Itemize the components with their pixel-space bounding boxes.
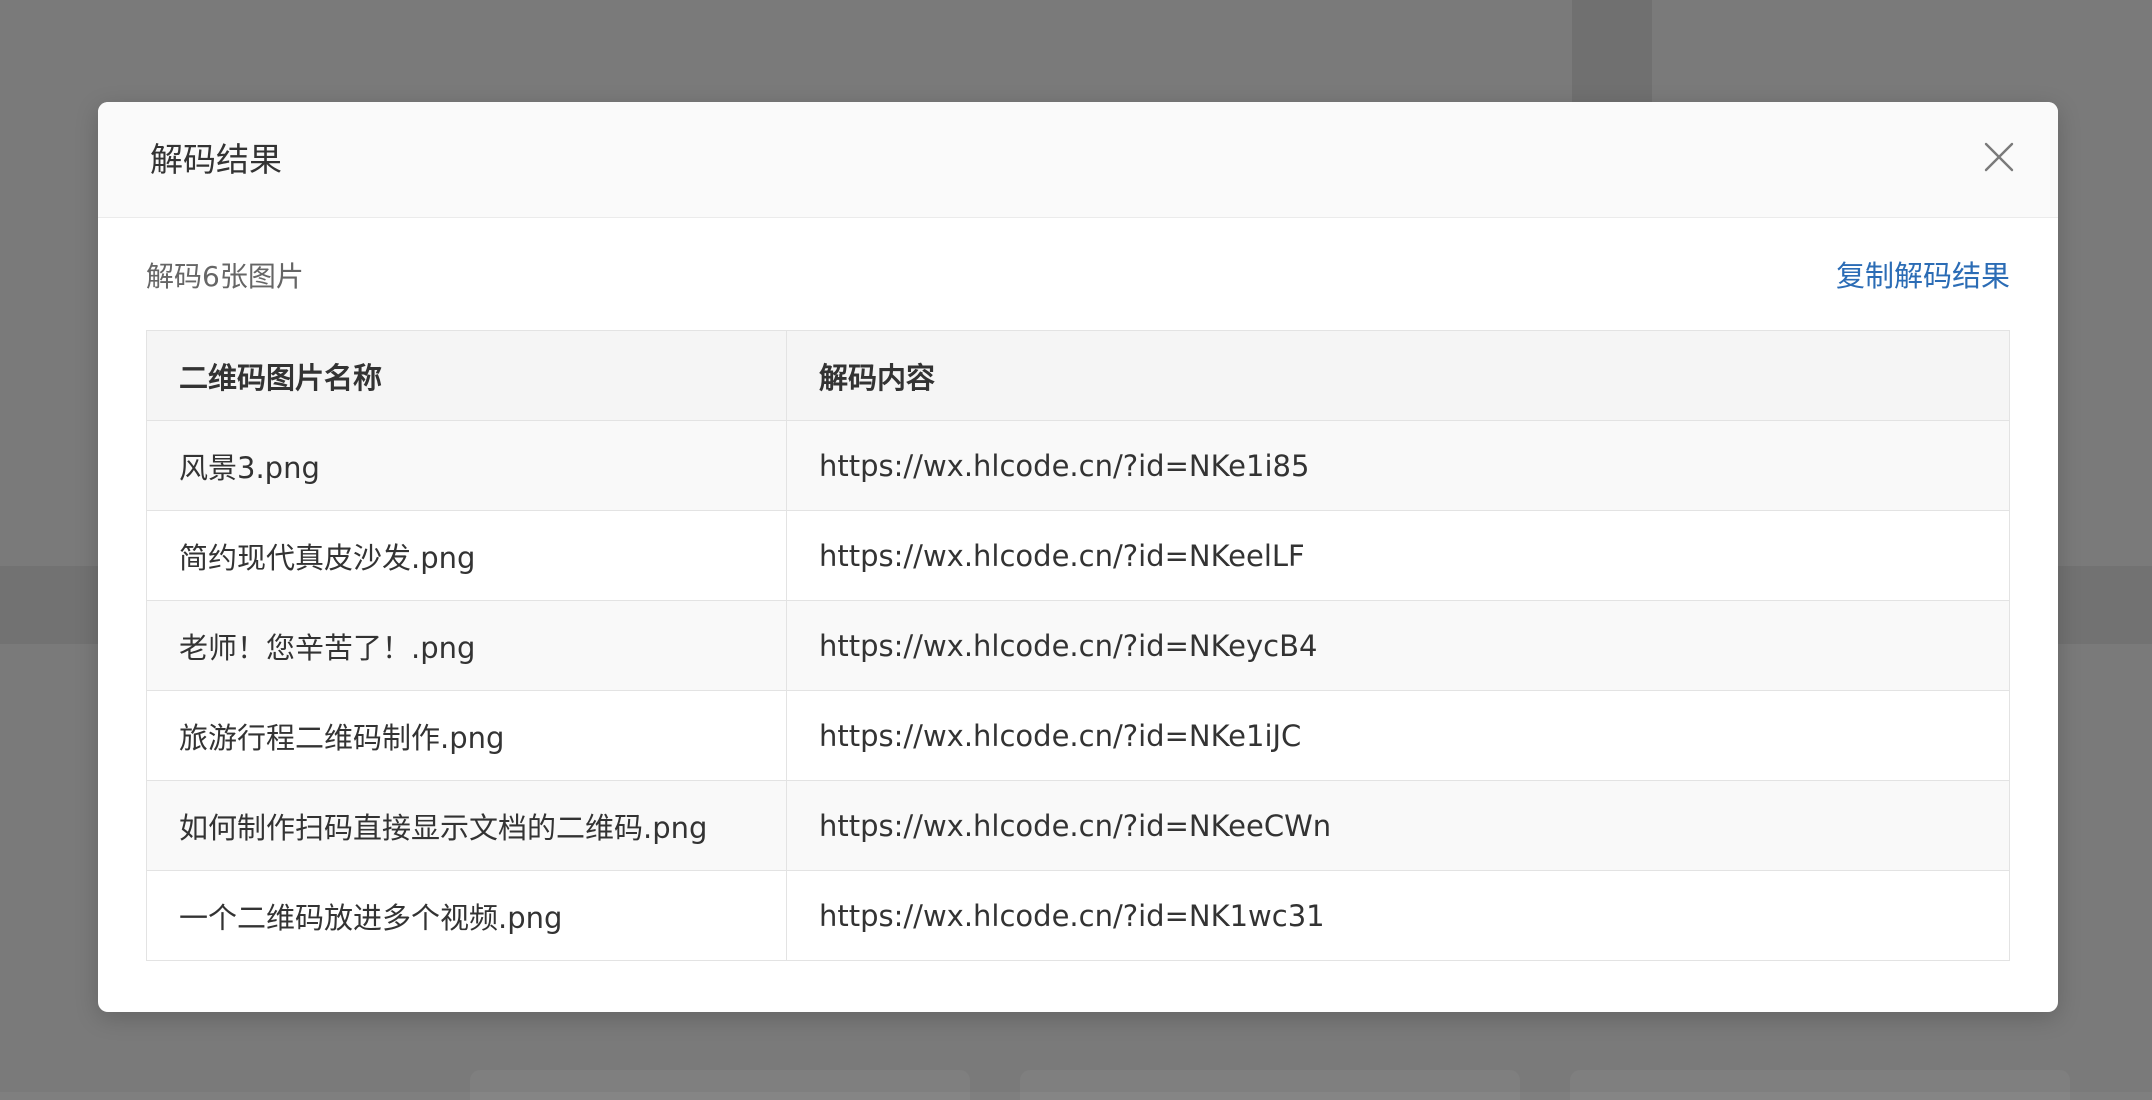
close-button[interactable] [1982, 140, 2016, 174]
decoded-content-cell: https://wx.hlcode.cn/?id=NKeycB4 [786, 600, 2010, 691]
decoded-content-cell: https://wx.hlcode.cn/?id=NKe1i85 [786, 420, 2010, 511]
image-name-cell: 风景3.png [146, 420, 787, 511]
image-name-cell: 一个二维码放进多个视频.png [146, 870, 787, 961]
table-row: 老师！您辛苦了！.png https://wx.hlcode.cn/?id=NK… [146, 600, 2010, 691]
result-table: 二维码图片名称 解码内容 风景3.png https://wx.hlcode.c… [146, 330, 2010, 961]
decode-count-text: 解码6张图片 [146, 260, 304, 293]
dialog-title: 解码结果 [150, 140, 282, 179]
decode-result-dialog: 解码结果 解码6张图片 复制解码结果 二维码图片名称 解码内容 风景3.png … [98, 102, 2058, 1012]
table-row: 风景3.png https://wx.hlcode.cn/?id=NKe1i85 [146, 420, 2010, 511]
image-name-cell: 老师！您辛苦了！.png [146, 600, 787, 691]
decoded-content-cell: https://wx.hlcode.cn/?id=NKe1iJC [786, 690, 2010, 781]
summary-row: 解码6张图片 复制解码结果 [98, 217, 2058, 330]
image-name-cell: 简约现代真皮沙发.png [146, 510, 787, 601]
decoded-content-cell: https://wx.hlcode.cn/?id=NKeeCWn [786, 780, 2010, 871]
decoded-content-cell: https://wx.hlcode.cn/?id=NKeelLF [786, 510, 2010, 601]
column-header-content: 解码内容 [786, 330, 2010, 421]
image-name-cell: 如何制作扫码直接显示文档的二维码.png [146, 780, 787, 871]
close-icon [1984, 142, 2014, 172]
copy-result-link[interactable]: 复制解码结果 [1836, 253, 2010, 295]
table-row: 如何制作扫码直接显示文档的二维码.png https://wx.hlcode.c… [146, 780, 2010, 871]
dialog-header: 解码结果 [98, 102, 2058, 218]
image-name-cell: 旅游行程二维码制作.png [146, 690, 787, 781]
table-row: 旅游行程二维码制作.png https://wx.hlcode.cn/?id=N… [146, 690, 2010, 781]
table-row: 一个二维码放进多个视频.png https://wx.hlcode.cn/?id… [146, 870, 2010, 961]
decoded-content-cell: https://wx.hlcode.cn/?id=NK1wc31 [786, 870, 2010, 961]
table-row: 简约现代真皮沙发.png https://wx.hlcode.cn/?id=NK… [146, 510, 2010, 601]
table-header-row: 二维码图片名称 解码内容 [146, 330, 2010, 421]
column-header-name: 二维码图片名称 [146, 330, 787, 421]
